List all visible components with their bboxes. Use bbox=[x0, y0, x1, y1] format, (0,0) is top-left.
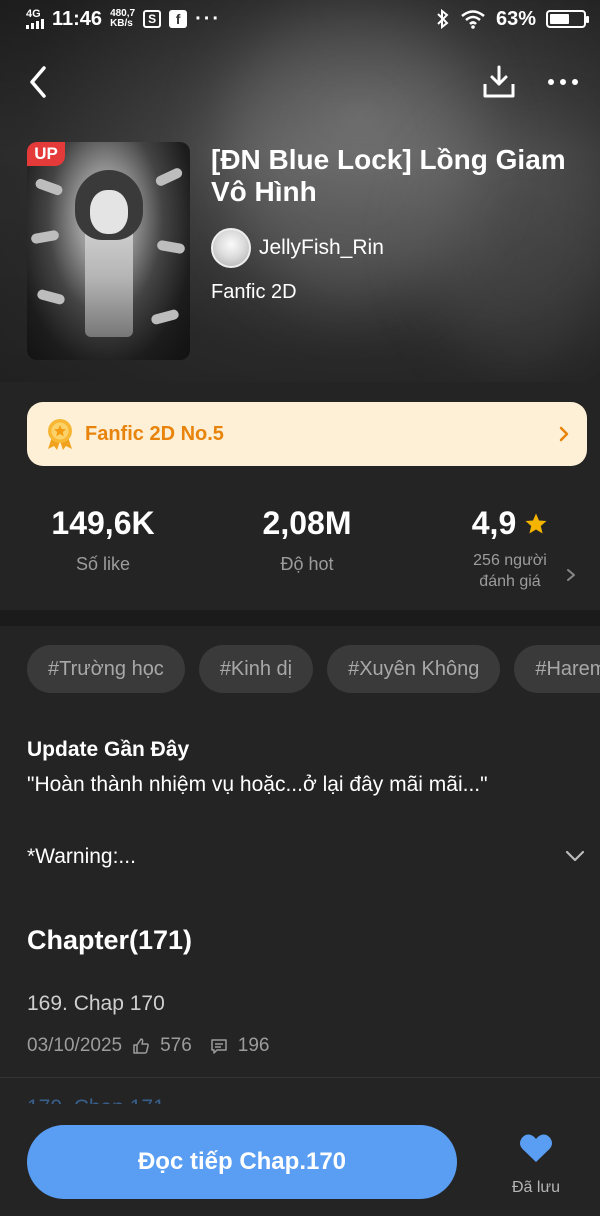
hot-label: Độ hot bbox=[280, 554, 334, 574]
tag-chip[interactable]: #Harem bbox=[514, 645, 600, 693]
rating-value: 4,9 bbox=[471, 505, 517, 541]
author-name: JellyFish_Rin bbox=[259, 236, 384, 259]
hot-value: 2,08M bbox=[262, 505, 352, 541]
description-preview[interactable]: *Warning:... bbox=[27, 845, 136, 869]
medal-icon bbox=[48, 419, 72, 450]
bluetooth-icon bbox=[437, 9, 449, 29]
star-icon bbox=[525, 513, 547, 533]
signal-icon: 4G bbox=[26, 9, 44, 29]
download-icon[interactable] bbox=[482, 64, 516, 100]
update-heading: Update Gần Đây bbox=[27, 738, 190, 761]
more-notifications-icon: ··· bbox=[195, 7, 222, 30]
tag-list: #Trường học #Kinh dị #Xuyên Không #Harem bbox=[27, 645, 600, 693]
thumbs-up-icon bbox=[133, 1038, 149, 1054]
hot-stat: 2,08M Độ hot bbox=[217, 505, 397, 575]
likes-value: 149,6K bbox=[51, 505, 155, 541]
chapter-comments: 196 bbox=[237, 1035, 270, 1056]
likes-label: Số like bbox=[75, 554, 131, 574]
likes-stat: 149,6K Số like bbox=[13, 505, 193, 575]
facebook-icon: f bbox=[169, 10, 188, 28]
chapter-meta: 03/10/2025 576 196 bbox=[27, 1035, 270, 1057]
list-divider bbox=[0, 1077, 600, 1078]
rank-label: Fanfic 2D No.5 bbox=[85, 422, 224, 445]
continue-reading-button[interactable]: Đọc tiếp Chap.170 bbox=[27, 1125, 457, 1199]
status-bar: 4G 11:46 480,7 KB/s S f ··· 63% bbox=[0, 0, 600, 38]
chevron-right-icon bbox=[559, 426, 569, 442]
section-divider bbox=[0, 610, 600, 626]
saved-button[interactable]: Đã lưu bbox=[500, 1132, 572, 1197]
heart-icon bbox=[519, 1134, 553, 1162]
author[interactable]: JellyFish_Rin bbox=[211, 228, 384, 268]
tag-chip[interactable]: #Trường học bbox=[27, 645, 185, 693]
tag-chip[interactable]: #Xuyên Không bbox=[327, 645, 501, 693]
battery-percent: 63% bbox=[495, 7, 536, 30]
clock: 11:46 bbox=[52, 7, 103, 30]
wifi-icon bbox=[461, 10, 485, 29]
s-app-icon: S bbox=[143, 10, 162, 28]
story-title: [ĐN Blue Lock] Lồng Giam Vô Hình bbox=[211, 144, 566, 207]
tag-chip[interactable]: #Kinh dị bbox=[198, 645, 314, 693]
rank-banner[interactable]: Fanfic 2D No.5 bbox=[27, 402, 587, 466]
network-speed: 480,7 KB/s bbox=[110, 8, 136, 29]
chapter-title[interactable]: 169. Chap 170 bbox=[27, 992, 165, 1016]
author-avatar bbox=[211, 228, 251, 268]
more-options-icon[interactable] bbox=[548, 70, 584, 94]
story-genre: Fanfic 2D bbox=[211, 281, 297, 303]
update-badge: UP bbox=[27, 142, 65, 166]
update-text: "Hoàn thành nhiệm vụ hoặc...ở lại đây mã… bbox=[27, 773, 488, 796]
chevron-down-icon[interactable] bbox=[565, 848, 585, 864]
cover-image[interactable] bbox=[27, 142, 190, 360]
chapter-likes: 576 bbox=[160, 1035, 192, 1056]
battery-icon bbox=[546, 10, 589, 28]
network-type: 4G bbox=[26, 8, 41, 20]
rating-chevron-icon[interactable] bbox=[566, 568, 576, 582]
back-arrow-icon[interactable] bbox=[24, 64, 54, 100]
saved-label: Đã lưu bbox=[511, 1179, 561, 1196]
chapters-heading: Chapter(171) bbox=[27, 925, 193, 955]
comment-icon bbox=[211, 1039, 227, 1054]
chapter-date: 03/10/2025 bbox=[27, 1035, 123, 1056]
